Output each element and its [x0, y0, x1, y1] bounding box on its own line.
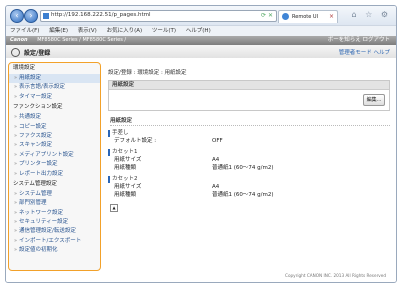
menu-tools[interactable]: ツール(T): [152, 28, 176, 34]
sidebar-nav: 環境設定 用紙設定 表示言語/表示設定 タイマー設定 ファンクション設定 共通設…: [8, 62, 101, 271]
group-manual-feed: 手差し: [108, 130, 390, 137]
canon-logo: Canon: [10, 37, 28, 43]
copyright-footer: Copyright CANON INC. 2013 All Rights Res…: [285, 273, 386, 278]
sidebar-item-scan[interactable]: スキャン設定: [9, 141, 100, 151]
url-input[interactable]: http://192.168.222.51/p_pages.html ⟳ ✕: [40, 10, 277, 22]
menu-edit[interactable]: 編集(E): [49, 28, 68, 34]
settings-row: 用紙サイズ A4: [114, 156, 390, 164]
settings-gear-icon: [11, 48, 20, 57]
browser-tools-icons[interactable]: ⌂ ☆ ⚙: [351, 10, 391, 19]
page-header: 設定/登録 管理者モード ヘルプ: [6, 45, 396, 59]
menu-help[interactable]: ヘルプ(H): [186, 28, 211, 34]
row-label: 用紙種類: [114, 192, 137, 198]
row-value: A4: [212, 157, 220, 163]
settings-row: 用紙種類 普通紙1 (60〜74 g/m2): [114, 191, 390, 199]
sidebar-item-dept-mgmt[interactable]: 部門別管理: [9, 199, 100, 209]
sidebar-item-system-mgmt[interactable]: システム管理: [9, 190, 100, 200]
row-value: 普通紙1 (60〜74 g/m2): [212, 192, 274, 198]
address-bar-area: ‹ › http://192.168.222.51/p_pages.html ⟳…: [6, 6, 396, 25]
row-label: 用紙サイズ: [114, 184, 142, 190]
browser-tab[interactable]: Remote UI ×: [278, 10, 338, 23]
refresh-icon[interactable]: ⟳ ✕: [261, 12, 273, 19]
edit-button[interactable]: 編集...: [363, 94, 385, 106]
group-cassette-2: カセット2: [108, 176, 390, 183]
close-tab-icon[interactable]: ×: [329, 13, 334, 20]
ie-icon: [282, 13, 289, 20]
forward-arrow-icon[interactable]: ›: [24, 9, 38, 23]
sidebar-section-environment[interactable]: 環境設定: [9, 63, 100, 74]
page-title: 設定/登録: [24, 50, 51, 57]
paper-settings-box: 用紙設定 編集...: [108, 80, 390, 111]
sidebar-item-fax[interactable]: ファクス設定: [9, 132, 100, 142]
sidebar-item-copy[interactable]: コピー設定: [9, 123, 100, 133]
sidebar-item-import-export[interactable]: インポート/エクスポート: [9, 237, 100, 247]
sidebar-item-display[interactable]: 表示言語/表示設定: [9, 83, 100, 93]
canon-header-bar: Canon MF8580C Series / MF8580C Series / …: [6, 36, 396, 45]
model-name: MF8580C Series / MF8580C Series /: [37, 37, 127, 43]
sidebar-item-printer[interactable]: プリンター設定: [9, 160, 100, 170]
sidebar-section-system[interactable]: システム管理設定: [9, 179, 100, 190]
section-title: 用紙設定: [110, 117, 390, 126]
sidebar-section-function[interactable]: ファンクション設定: [9, 102, 100, 113]
settings-row: 用紙種類 普通紙1 (60〜74 g/m2): [114, 164, 390, 172]
row-label: 用紙サイズ: [114, 157, 142, 163]
sidebar-item-common[interactable]: 共通設定: [9, 113, 100, 123]
logout-link[interactable]: ボーを知らえ ログアウト: [328, 36, 390, 45]
group-cassette-1: カセット1: [108, 149, 390, 156]
sidebar-item-network[interactable]: ネットワーク設定: [9, 209, 100, 219]
main-panel: 設定/登録 : 環境設定 : 用紙設定 用紙設定 編集... 用紙設定 手差し …: [108, 58, 390, 282]
sidebar-item-init[interactable]: 設定値の初期化: [9, 246, 100, 256]
box-title: 用紙設定: [109, 81, 389, 90]
menu-favorites[interactable]: お気に入り(A): [107, 28, 143, 34]
sidebar-item-report[interactable]: レポート出力設定: [9, 170, 100, 180]
content-area: 環境設定 用紙設定 表示言語/表示設定 タイマー設定 ファンクション設定 共通設…: [6, 58, 396, 282]
back-arrow-icon[interactable]: ‹: [10, 9, 24, 23]
settings-row: デフォルト設定 : OFF: [114, 137, 390, 145]
menu-view[interactable]: 表示(V): [78, 28, 97, 34]
tab-label: Remote UI: [292, 14, 319, 20]
sidebar-item-security[interactable]: セキュリティー設定: [9, 218, 100, 228]
row-label: デフォルト設定 :: [114, 138, 157, 144]
breadcrumb: 設定/登録 : 環境設定 : 用紙設定: [108, 70, 187, 76]
menu-bar: ファイル(F) 編集(E) 表示(V) お気に入り(A) ツール(T) ヘルプ(…: [6, 25, 396, 36]
sidebar-item-comm-mgmt[interactable]: 通信管理設定/転送設定: [9, 227, 100, 237]
menu-file[interactable]: ファイル(F): [10, 28, 39, 34]
row-value: OFF: [212, 138, 223, 144]
page-top-icon[interactable]: ▲: [110, 204, 118, 212]
row-label: 用紙種類: [114, 165, 137, 171]
browser-window: ‹ › http://192.168.222.51/p_pages.html ⟳…: [5, 5, 397, 283]
sidebar-item-media-print[interactable]: メディアプリント設定: [9, 151, 100, 161]
row-value: A4: [212, 184, 220, 190]
row-value: 普通紙1 (60〜74 g/m2): [212, 165, 274, 171]
settings-row: 用紙サイズ A4: [114, 183, 390, 191]
favicon-icon: [43, 13, 49, 19]
box-body: 編集...: [109, 90, 389, 110]
sidebar-item-timer[interactable]: タイマー設定: [9, 93, 100, 103]
url-text: http://192.168.222.51/p_pages.html: [51, 12, 151, 18]
sidebar-item-paper[interactable]: 用紙設定: [9, 74, 100, 84]
manager-mode-link[interactable]: 管理者モード ヘルプ: [339, 48, 390, 56]
